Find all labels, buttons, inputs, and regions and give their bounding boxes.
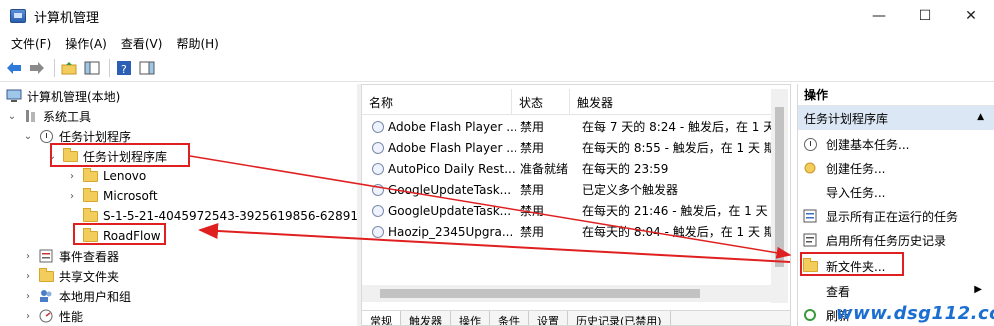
arrow-new-folder-to-roadflow	[198, 222, 791, 263]
annotation-arrows	[189, 155, 792, 263]
watermark: www.dsg112.com	[836, 303, 994, 324]
arrow-library-to-new-folder	[189, 155, 792, 259]
